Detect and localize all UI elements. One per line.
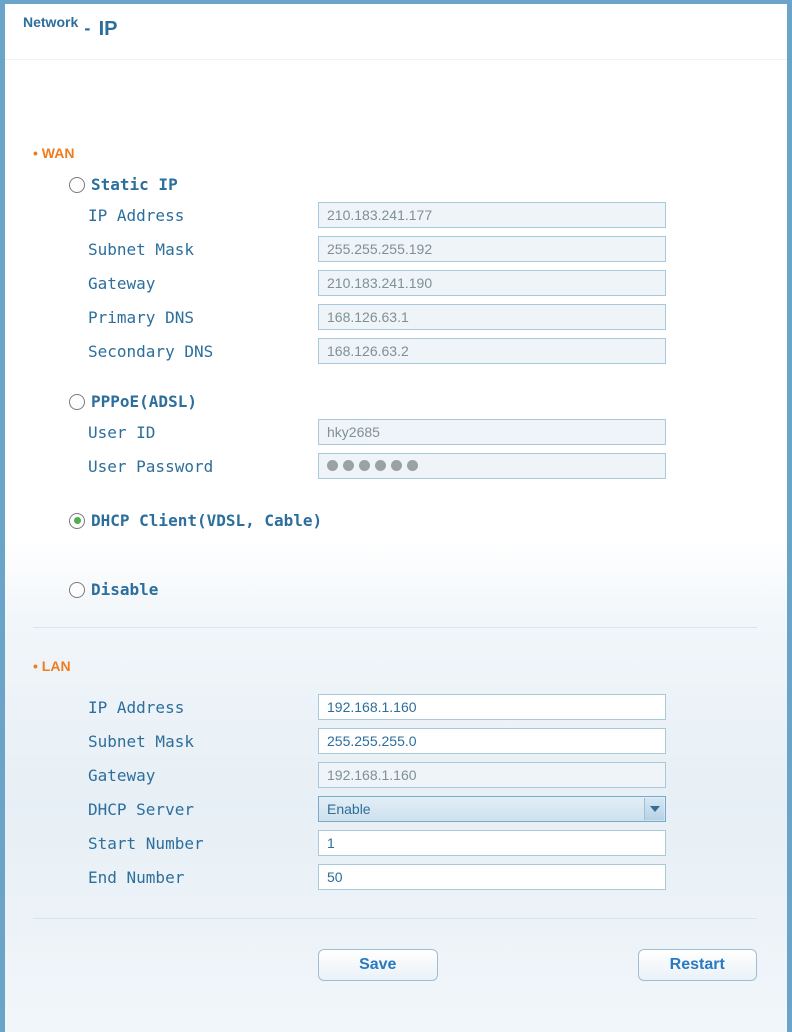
radio-icon[interactable] bbox=[69, 513, 85, 529]
field-label: IP Address bbox=[88, 206, 318, 225]
lan-end-number-input[interactable] bbox=[318, 864, 666, 890]
wan-section-title: WAN bbox=[33, 145, 757, 161]
lan-subnet-mask-input[interactable] bbox=[318, 728, 666, 754]
lan-start-number-row: Start Number bbox=[33, 830, 757, 856]
wan-dhcp-client-label: DHCP Client(VDSL, Cable) bbox=[91, 511, 322, 530]
radio-icon[interactable] bbox=[69, 394, 85, 410]
radio-icon[interactable] bbox=[69, 177, 85, 193]
static-primary-dns-row: Primary DNS bbox=[33, 304, 757, 330]
lan-dhcp-server-row: DHCP Server Enable bbox=[33, 796, 757, 822]
page-container: Network - IP WAN Static IP IP Address Su… bbox=[0, 0, 792, 1032]
password-dot-icon bbox=[375, 460, 386, 471]
field-label: IP Address bbox=[88, 698, 318, 717]
lan-gateway-row: Gateway bbox=[33, 762, 757, 788]
field-label: End Number bbox=[88, 868, 318, 887]
password-dot-icon bbox=[343, 460, 354, 471]
content-area: WAN Static IP IP Address Subnet Mask Gat… bbox=[5, 60, 787, 981]
static-gateway-row: Gateway bbox=[33, 270, 757, 296]
static-ip-address-row: IP Address bbox=[33, 202, 757, 228]
breadcrumb-separator: - bbox=[84, 18, 90, 39]
lan-start-number-input[interactable] bbox=[318, 830, 666, 856]
field-label: Gateway bbox=[88, 766, 318, 785]
static-gateway-input[interactable] bbox=[318, 270, 666, 296]
restart-button[interactable]: Restart bbox=[638, 949, 758, 981]
wan-pppoe-option[interactable]: PPPoE(ADSL) bbox=[33, 392, 757, 411]
pppoe-password-row: User Password bbox=[33, 453, 757, 479]
lan-subnet-mask-row: Subnet Mask bbox=[33, 728, 757, 754]
save-button[interactable]: Save bbox=[318, 949, 438, 981]
lan-dhcp-server-select-wrap: Enable bbox=[318, 796, 666, 822]
field-label: Subnet Mask bbox=[88, 732, 318, 751]
static-ip-address-input[interactable] bbox=[318, 202, 666, 228]
page-header: Network - IP bbox=[5, 4, 787, 60]
section-divider bbox=[33, 918, 757, 919]
button-row: Save Restart bbox=[33, 949, 757, 981]
password-dot-icon bbox=[407, 460, 418, 471]
field-label: Gateway bbox=[88, 274, 318, 293]
field-label: DHCP Server bbox=[88, 800, 318, 819]
field-label: Primary DNS bbox=[88, 308, 318, 327]
section-divider bbox=[33, 627, 757, 628]
radio-icon[interactable] bbox=[69, 582, 85, 598]
wan-static-ip-label: Static IP bbox=[91, 175, 178, 194]
password-dot-icon bbox=[327, 460, 338, 471]
wan-dhcp-client-option[interactable]: DHCP Client(VDSL, Cable) bbox=[33, 511, 757, 530]
lan-section-title: LAN bbox=[33, 658, 757, 674]
pppoe-password-input[interactable] bbox=[318, 453, 666, 479]
password-dot-icon bbox=[359, 460, 370, 471]
pppoe-userid-row: User ID bbox=[33, 419, 757, 445]
field-label: User Password bbox=[88, 457, 318, 476]
wan-pppoe-label: PPPoE(ADSL) bbox=[91, 392, 197, 411]
pppoe-userid-input[interactable] bbox=[318, 419, 666, 445]
lan-gateway-input[interactable] bbox=[318, 762, 666, 788]
password-dot-icon bbox=[391, 460, 402, 471]
static-secondary-dns-input[interactable] bbox=[318, 338, 666, 364]
wan-disable-option[interactable]: Disable bbox=[33, 580, 757, 599]
static-subnet-mask-row: Subnet Mask bbox=[33, 236, 757, 262]
wan-static-ip-option[interactable]: Static IP bbox=[33, 175, 757, 194]
lan-ip-address-input[interactable] bbox=[318, 694, 666, 720]
static-subnet-mask-input[interactable] bbox=[318, 236, 666, 262]
page-title: IP bbox=[99, 18, 118, 41]
wan-disable-label: Disable bbox=[91, 580, 158, 599]
field-label: Secondary DNS bbox=[88, 342, 318, 361]
lan-ip-address-row: IP Address bbox=[33, 694, 757, 720]
lan-end-number-row: End Number bbox=[33, 864, 757, 890]
static-secondary-dns-row: Secondary DNS bbox=[33, 338, 757, 364]
lan-dhcp-server-select[interactable]: Enable bbox=[318, 796, 666, 822]
breadcrumb-category: Network bbox=[23, 14, 78, 30]
field-label: Start Number bbox=[88, 834, 318, 853]
field-label: Subnet Mask bbox=[88, 240, 318, 259]
field-label: User ID bbox=[88, 423, 318, 442]
static-primary-dns-input[interactable] bbox=[318, 304, 666, 330]
